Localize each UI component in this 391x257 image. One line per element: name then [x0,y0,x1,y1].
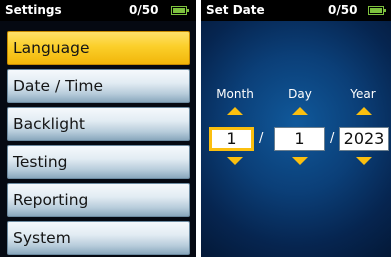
battery-icon [368,6,387,15]
year-label: Year [350,87,376,101]
menu-item-label: Reporting [13,191,89,209]
month-field[interactable]: 1 [209,127,254,151]
record-count: 0/50 [129,3,159,17]
month-decrement-arrow-icon[interactable] [227,157,243,165]
record-count: 0/50 [328,3,358,17]
menu-item-label: Testing [13,153,68,171]
date-separator: / [259,131,264,146]
menu-item-date-time[interactable]: Date / Time [7,69,190,103]
screen-title: Set Date [206,3,265,17]
year-increment-arrow-icon[interactable] [356,107,372,115]
menu-item-reporting[interactable]: Reporting [7,183,190,217]
menu-item-language[interactable]: Language [7,31,190,65]
battery-icon [171,6,190,15]
date-separator: / [330,131,335,146]
status-bar: Settings 0/50 [0,0,196,21]
menu-item-system[interactable]: System [7,221,190,255]
day-field[interactable]: 1 [274,127,325,151]
menu-item-backlight[interactable]: Backlight [7,107,190,141]
month-label: Month [216,87,254,101]
screen-title: Settings [5,3,62,17]
day-decrement-arrow-icon[interactable] [292,157,308,165]
status-bar: Set Date 0/50 [201,0,391,21]
day-increment-arrow-icon[interactable] [292,107,308,115]
settings-screen: Settings 0/50 Language Date / Time Backl… [0,0,196,257]
day-label: Day [288,87,312,101]
set-date-screen: Set Date 0/50 Month 1 / Day 1 / Year 202… [201,0,391,257]
year-field[interactable]: 2023 [339,127,389,151]
menu-item-testing[interactable]: Testing [7,145,190,179]
menu-item-label: System [13,229,71,247]
menu-item-label: Backlight [13,115,85,133]
year-decrement-arrow-icon[interactable] [356,157,372,165]
menu-item-label: Date / Time [13,77,104,95]
menu-item-label: Language [13,39,90,57]
month-increment-arrow-icon[interactable] [227,107,243,115]
